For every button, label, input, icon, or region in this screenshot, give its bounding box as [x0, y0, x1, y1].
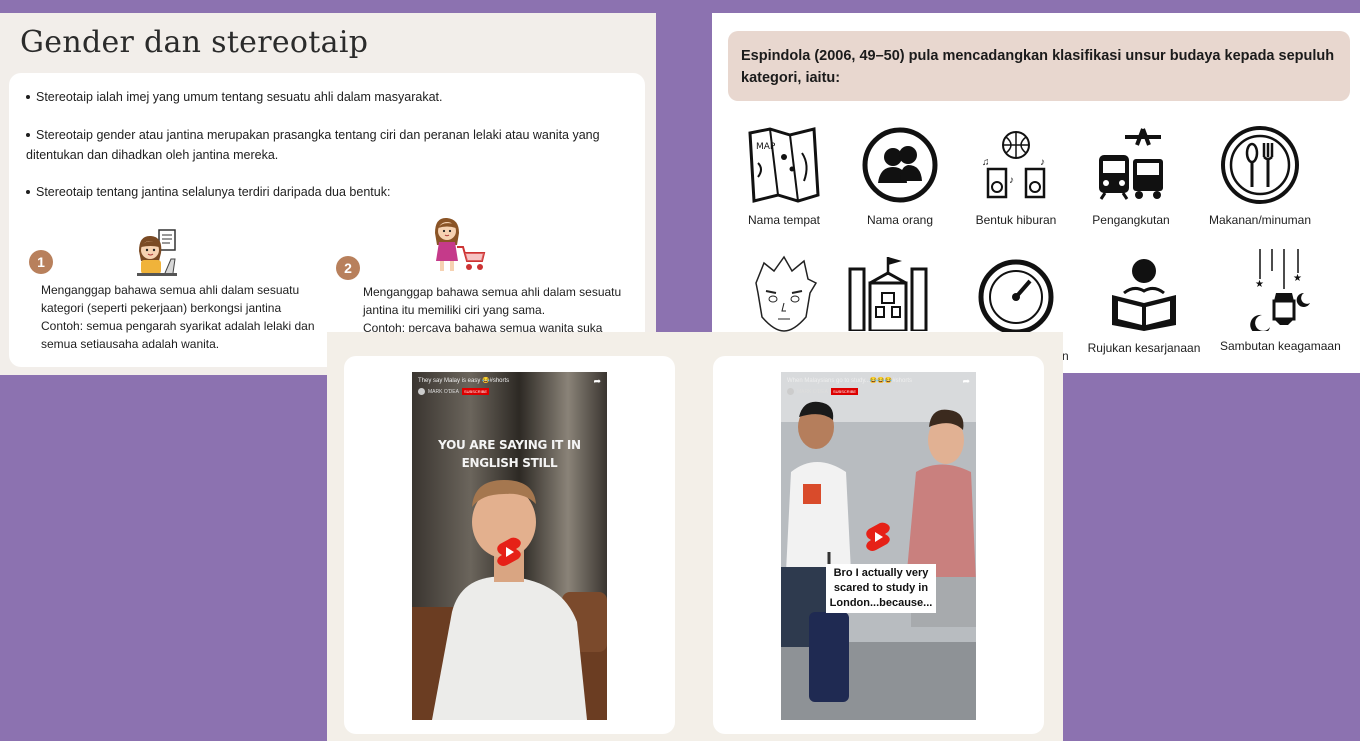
slide-gender-stereotype: Gender dan stereotaip Stereotaip ialah i… — [0, 13, 656, 375]
share-icon[interactable]: ➦ — [962, 376, 970, 387]
category-rujukan-kesarjanaan: Rujukan kesarjanaan — [1084, 253, 1204, 355]
category-institusi — [828, 253, 948, 339]
youtube-shorts-play-icon[interactable] — [865, 522, 891, 552]
channel-avatar — [787, 388, 794, 395]
gauge-icon — [978, 259, 1054, 333]
video-title: They say Malay is easy 😂#shorts — [418, 378, 510, 384]
food-icon — [1221, 126, 1299, 204]
number-badge-1: 1 — [29, 250, 53, 274]
video-card: When Malaysians go to study...😂😂😂#shorts… — [713, 356, 1044, 734]
content-card: Stereotaip ialah imej yang umum tentang … — [9, 73, 645, 367]
category-label: Makanan/minuman — [1208, 213, 1312, 227]
bullet-item: Stereotaip tentang jantina selalunya ter… — [26, 182, 631, 202]
lantern-icon: ★★ — [1250, 249, 1310, 331]
form-2-description: Menganggap bahawa semua ahli dalam sesua… — [363, 285, 622, 335]
shopping-girl-icon — [435, 217, 486, 271]
channel-avatar — [418, 388, 425, 395]
classification-banner: Espindola (2006, 49–50) pula mencadangka… — [728, 31, 1350, 101]
svg-text:★: ★ — [1293, 273, 1302, 284]
category-watak-anime — [724, 253, 844, 341]
subscribe-button[interactable]: SUBSCRIBE — [830, 388, 859, 395]
subscribe-button[interactable]: SUBSCRIBE — [461, 388, 490, 395]
category-label: Rujukan kesarjanaan — [1087, 341, 1201, 355]
svg-text:★: ★ — [1255, 279, 1264, 290]
svg-text:♪: ♪ — [1040, 157, 1045, 168]
bullet-item: Stereotaip gender atau jantina merupakan… — [26, 128, 600, 162]
category-label: n — [1062, 349, 1069, 363]
category-label: Pengangkutan — [1092, 213, 1170, 227]
number-badge-2: 2 — [336, 256, 360, 280]
transport-icon — [1099, 128, 1163, 200]
category-sambutan-keagamaan: ★ ★ Sambutan keagamaan — [1220, 249, 1341, 353]
share-icon[interactable]: ➦ — [593, 376, 601, 387]
category-bentuk-hiburan: ♪ ♫ ♪ Bentuk hiburan — [956, 125, 1076, 227]
video-caption: Bro I actually very scared to study in L… — [826, 564, 936, 613]
form-1-description: Menganggap bahawa semua ahli dalam sesua… — [41, 283, 315, 351]
anime-face-icon — [755, 255, 818, 332]
slide-video-examples: They say Malay is easy 😂#shorts MARK O'D… — [327, 332, 1063, 741]
category-pengangkutan: Pengangkutan — [1071, 125, 1191, 227]
entertainment-icon: ♪ ♫ ♪ — [982, 131, 1046, 199]
category-nama-orang: Nama orang — [840, 125, 960, 227]
category-label: Nama tempat — [747, 213, 821, 227]
building-icon — [848, 257, 928, 331]
channel-info: MARK O'DEA SUBSCRIBE — [418, 388, 490, 395]
youtube-short-embed[interactable]: They say Malay is easy 😂#shorts MARK O'D… — [412, 372, 607, 720]
map-icon: MAP — [748, 127, 820, 203]
svg-text:♪: ♪ — [1009, 175, 1014, 186]
category-label: Bentuk hiburan — [975, 213, 1057, 227]
slide-title: Gender dan stereotaip — [20, 25, 369, 60]
youtube-short-embed[interactable]: When Malaysians go to study...😂😂😂#shorts… — [781, 372, 976, 720]
office-worker-icon — [137, 229, 177, 276]
channel-name: MARK O'DEA — [428, 388, 459, 395]
video-card: They say Malay is easy 😂#shorts MARK O'D… — [344, 356, 675, 734]
video-caption: YOU ARE SAYING IT IN ENGLISH STILL — [438, 438, 581, 470]
category-label: Nama orang — [866, 213, 934, 227]
category-nama-tempat: MAP Nama tempat — [724, 125, 844, 227]
video-title: When Malaysians go to study...😂😂😂#shorts — [787, 378, 913, 384]
category-makanan-minuman: Makanan/minuman — [1200, 125, 1320, 227]
category-ukuran — [956, 253, 1076, 333]
bullet-item: Stereotaip ialah imej yang umum tentang … — [26, 87, 631, 107]
category-label: Sambutan keagamaan — [1220, 339, 1341, 353]
svg-text:MAP: MAP — [756, 142, 776, 152]
channel-info: MARK O'DEA SUBSCRIBE — [787, 388, 859, 395]
people-icon — [862, 127, 938, 203]
slide-culture-categories: Espindola (2006, 49–50) pula mencadangka… — [712, 13, 1360, 373]
channel-name: MARK O'DEA — [797, 388, 828, 395]
reading-icon — [1112, 259, 1176, 331]
svg-text:♫: ♫ — [982, 157, 990, 168]
youtube-shorts-play-icon[interactable] — [496, 537, 522, 567]
